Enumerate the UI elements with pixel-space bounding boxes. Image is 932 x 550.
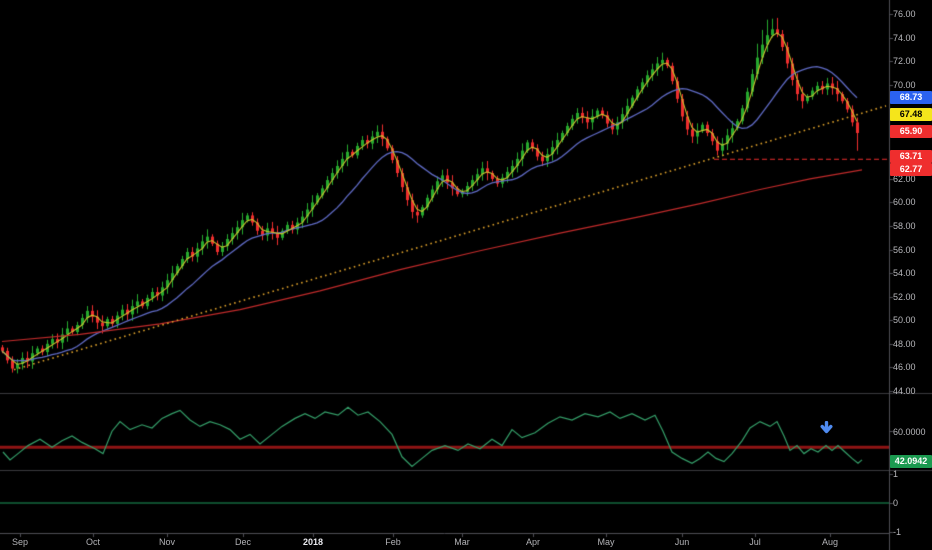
trading-chart: 76.00 74.00 72.00 70.00 62.00 60.00 58.00 56.00…	[0, 0, 932, 550]
oscillator-value-badge: 42.0942	[890, 455, 932, 468]
time-axis-label: Apr	[525, 537, 540, 547]
price-tick-label: 74.00	[893, 32, 916, 43]
price-tick-label: 70.00	[893, 79, 916, 90]
price-tick-label: 46.00	[893, 362, 916, 373]
sell-signal-arrow-icon	[819, 420, 834, 436]
price-tick-label: 52.00	[893, 291, 916, 302]
price-tick-label: 56.00	[893, 244, 916, 255]
price-tick-label: 48.00	[893, 338, 916, 349]
price-tick-label: 76.00	[893, 9, 916, 19]
time-axis-label: Feb	[385, 537, 401, 547]
price-badge-last-price: 65.90	[890, 125, 932, 138]
oscillator-tick-label: 60.0000	[893, 427, 926, 437]
time-axis-label: Jul	[749, 537, 761, 547]
price-badge-ma-slow: 62.77	[890, 163, 932, 176]
signal-tick-minus-one: -1	[893, 527, 902, 537]
time-axis-label: Dec	[234, 537, 251, 547]
time-axis-label: May	[597, 537, 615, 547]
price-badge-level-line: 63.71	[890, 150, 932, 163]
price-badge-ma-mid: 68.73	[890, 91, 932, 104]
price-tick-label: 50.00	[893, 315, 916, 326]
time-axis-label: 2018	[302, 537, 324, 547]
signal-tick-zero: 0	[893, 498, 899, 508]
price-tick-label: 44.00	[893, 385, 916, 396]
price-badge-trendline: 67.48	[890, 108, 932, 121]
time-axis-label: Jun	[674, 537, 690, 547]
time-axis-label: Sep	[11, 537, 28, 547]
time-axis-label: Aug	[821, 537, 838, 547]
time-axis-label: Oct	[85, 537, 100, 547]
price-tick-label: 58.00	[893, 221, 916, 232]
price-tick-label: 72.00	[893, 56, 916, 67]
price-chart-canvas[interactable]	[0, 0, 932, 550]
price-tick-label: 54.00	[893, 268, 916, 279]
time-axis-label: Mar	[454, 537, 470, 547]
time-axis-label: Nov	[158, 537, 175, 547]
signal-tick-plus-one: 1	[893, 469, 899, 479]
price-tick-label: 60.00	[893, 197, 916, 208]
